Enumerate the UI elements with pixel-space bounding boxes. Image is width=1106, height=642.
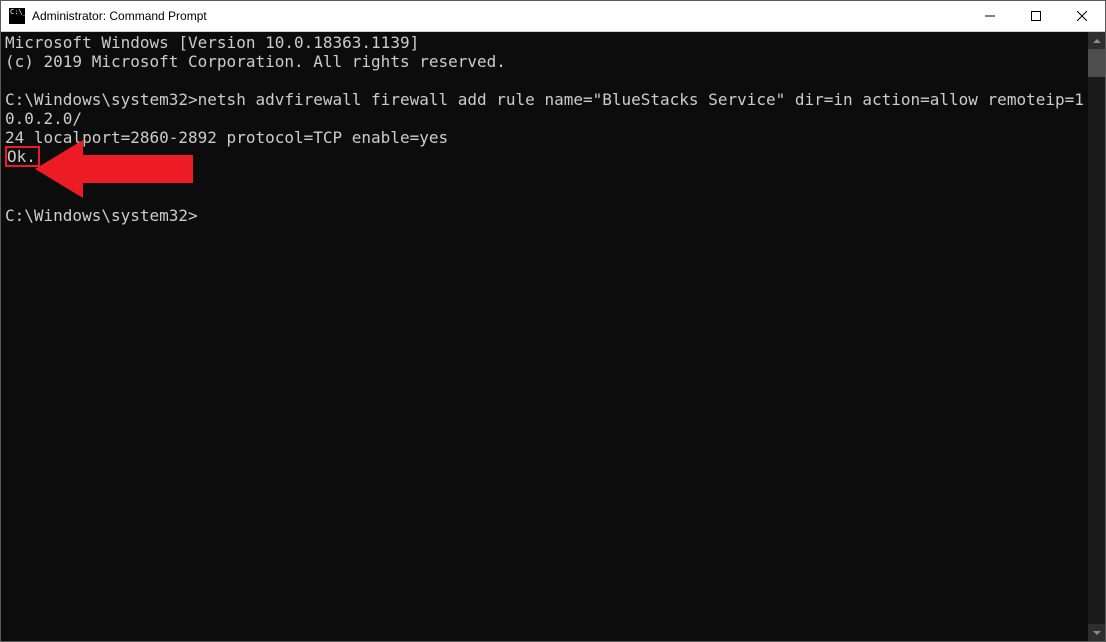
ok-text: Ok. (7, 147, 36, 166)
terminal-output[interactable]: Microsoft Windows [Version 10.0.18363.11… (1, 32, 1088, 641)
prompt-prefix: C:\Windows\system32> (5, 90, 198, 109)
scroll-up-button[interactable] (1088, 32, 1105, 49)
annotation-arrow-icon (35, 140, 193, 198)
command-prompt-window: Administrator: Command Prompt Microsoft … (0, 0, 1106, 642)
close-icon (1077, 11, 1087, 21)
prompt-line-1: C:\Windows\system32>netsh advfirewall fi… (5, 90, 1084, 128)
vertical-scrollbar[interactable] (1088, 32, 1105, 641)
cmd-icon (9, 8, 25, 24)
minimize-button[interactable] (967, 1, 1013, 31)
copyright-line: (c) 2019 Microsoft Corporation. All righ… (5, 52, 506, 71)
maximize-icon (1031, 11, 1041, 21)
scroll-down-button[interactable] (1088, 624, 1105, 641)
maximize-button[interactable] (1013, 1, 1059, 31)
ok-result-highlight: Ok. (5, 146, 40, 167)
prompt-line-2: C:\Windows\system32> (5, 206, 198, 225)
version-line: Microsoft Windows [Version 10.0.18363.11… (5, 33, 419, 52)
scroll-thumb[interactable] (1088, 49, 1105, 77)
window-title: Administrator: Command Prompt (32, 9, 967, 23)
window-controls (967, 1, 1105, 31)
close-button[interactable] (1059, 1, 1105, 31)
entered-command-part2: 24 localport=2860-2892 protocol=TCP enab… (5, 128, 448, 147)
titlebar[interactable]: Administrator: Command Prompt (1, 1, 1105, 32)
client-area: Microsoft Windows [Version 10.0.18363.11… (1, 32, 1105, 641)
minimize-icon (985, 11, 995, 21)
